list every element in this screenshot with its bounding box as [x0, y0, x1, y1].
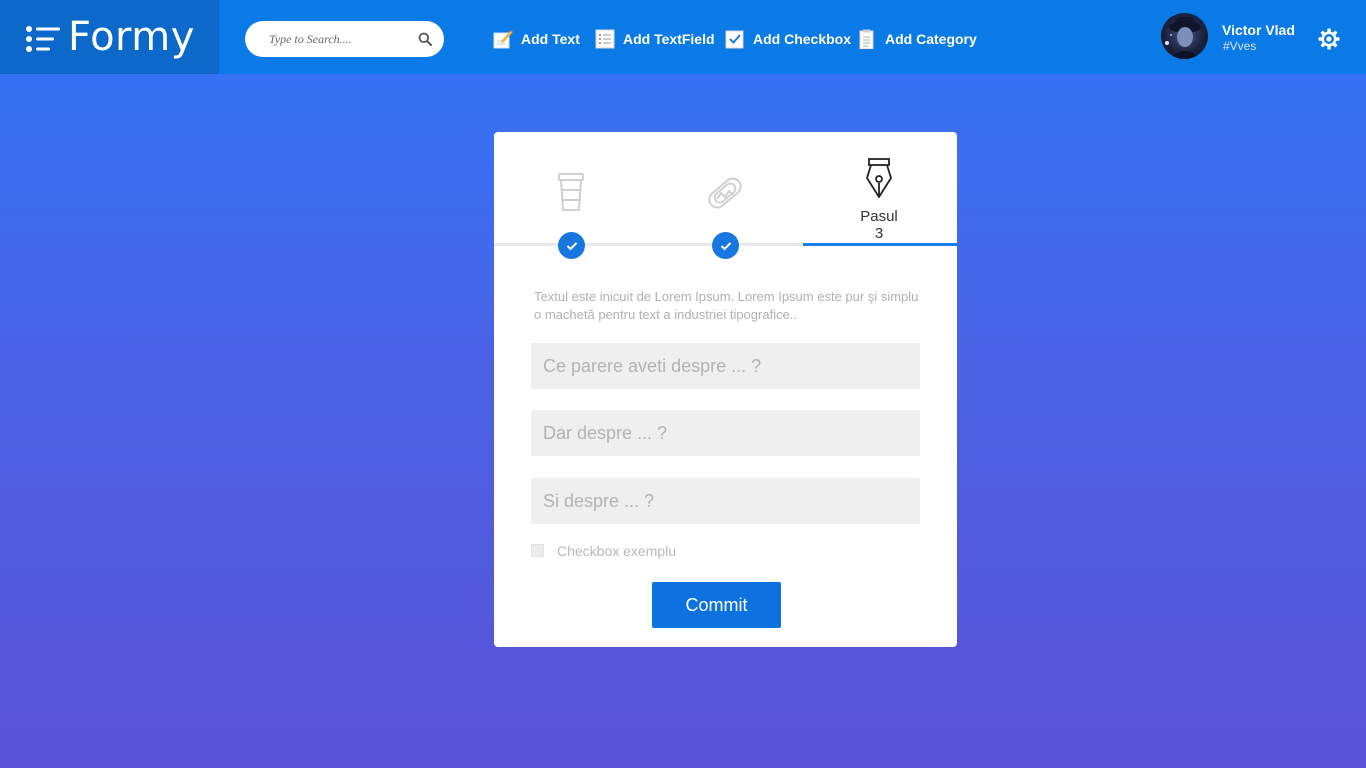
- menu-icon[interactable]: [26, 26, 60, 52]
- question-1-field[interactable]: [531, 343, 920, 389]
- coffee-cup-icon[interactable]: [556, 172, 586, 212]
- nav-add-textfield-label: Add TextField: [623, 31, 715, 47]
- brand-name: Formy: [68, 14, 195, 60]
- user-photo: [1165, 17, 1201, 59]
- user-name: Victor Vlad: [1222, 22, 1295, 38]
- step-3-label: Pasul 3: [860, 208, 898, 242]
- nav-add-category-label: Add Category: [885, 31, 977, 47]
- nav-add-text-label: Add Text: [521, 31, 580, 47]
- step-2-complete-check[interactable]: [712, 232, 739, 259]
- question-3-field[interactable]: [531, 478, 920, 524]
- question-2-field[interactable]: [531, 410, 920, 456]
- form-card: Pasul 3 Textul este inicuit de Lorem Ips…: [494, 132, 957, 647]
- search-input[interactable]: [269, 30, 409, 48]
- form-description: Textul este inicuit de Lorem Ipsum. Lore…: [534, 289, 919, 322]
- hotdog-icon[interactable]: [705, 173, 745, 213]
- avatar[interactable]: [1161, 13, 1208, 59]
- step-1-complete-check[interactable]: [558, 232, 585, 259]
- step-3-track-active: [803, 243, 957, 246]
- example-checkbox[interactable]: [531, 544, 544, 557]
- top-bar: Formy Add Text Add TextField: [0, 0, 1366, 74]
- nav-add-text[interactable]: Add Text: [493, 27, 580, 51]
- nav-add-checkbox-label: Add Checkbox: [753, 31, 852, 47]
- nav-add-checkbox[interactable]: Add Checkbox: [725, 27, 851, 51]
- brand: Formy: [0, 0, 219, 74]
- check-icon: [566, 241, 577, 250]
- gear-icon[interactable]: [1318, 28, 1340, 50]
- check-icon: [720, 241, 731, 250]
- search-box: [245, 21, 444, 57]
- user-handle: #Vves: [1223, 39, 1257, 53]
- list-icon: [595, 29, 615, 49]
- nav-add-textfield[interactable]: Add TextField: [595, 27, 715, 51]
- example-checkbox-label[interactable]: Checkbox exemplu: [557, 543, 676, 559]
- search-icon[interactable]: [418, 32, 432, 46]
- nav-add-category[interactable]: Add Category: [857, 27, 977, 51]
- clipboard-icon: [859, 29, 874, 49]
- pen-nib-icon[interactable]: [865, 158, 893, 198]
- stepper: Pasul 3: [494, 132, 957, 259]
- pencil-note-icon: [493, 30, 513, 49]
- checkbox-icon: [725, 30, 744, 49]
- commit-button[interactable]: Commit: [652, 582, 781, 628]
